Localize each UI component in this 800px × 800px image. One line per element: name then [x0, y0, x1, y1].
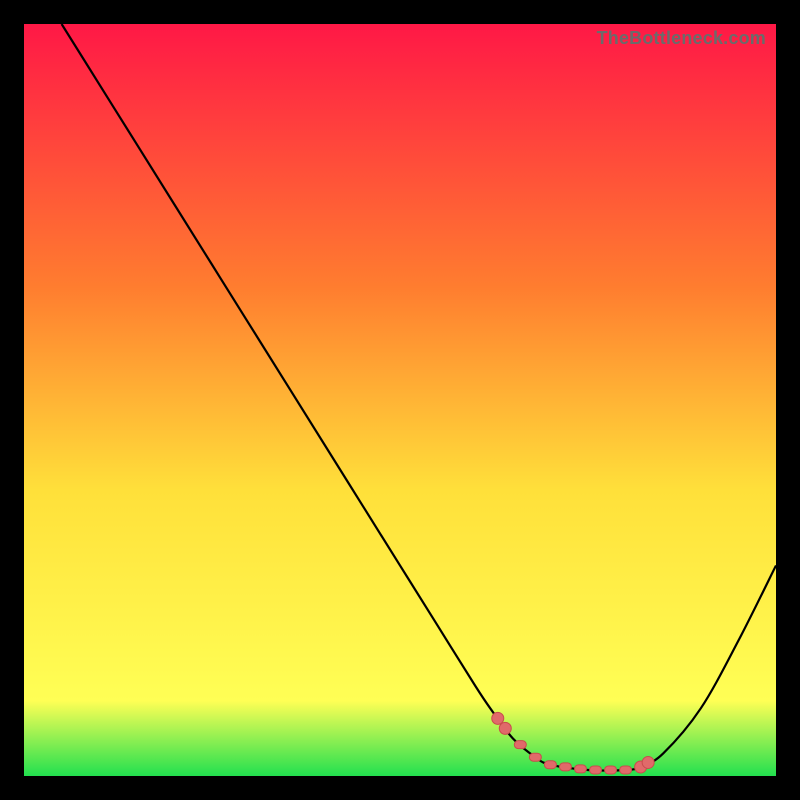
chart-frame: TheBottleneck.com — [24, 24, 776, 776]
watermark-text: TheBottleneck.com — [597, 28, 766, 49]
optimal-dash — [559, 763, 571, 771]
optimal-marker — [492, 712, 504, 724]
optimal-marker — [642, 756, 654, 768]
optimal-marker — [499, 722, 511, 734]
optimal-dash — [574, 765, 586, 773]
optimal-dash — [620, 766, 632, 774]
bottleneck-chart — [24, 24, 776, 776]
optimal-dash — [529, 753, 541, 761]
optimal-dash — [514, 741, 526, 749]
optimal-dash — [605, 766, 617, 774]
gradient-background — [24, 24, 776, 776]
optimal-dash — [590, 766, 602, 774]
optimal-dash — [544, 761, 556, 769]
